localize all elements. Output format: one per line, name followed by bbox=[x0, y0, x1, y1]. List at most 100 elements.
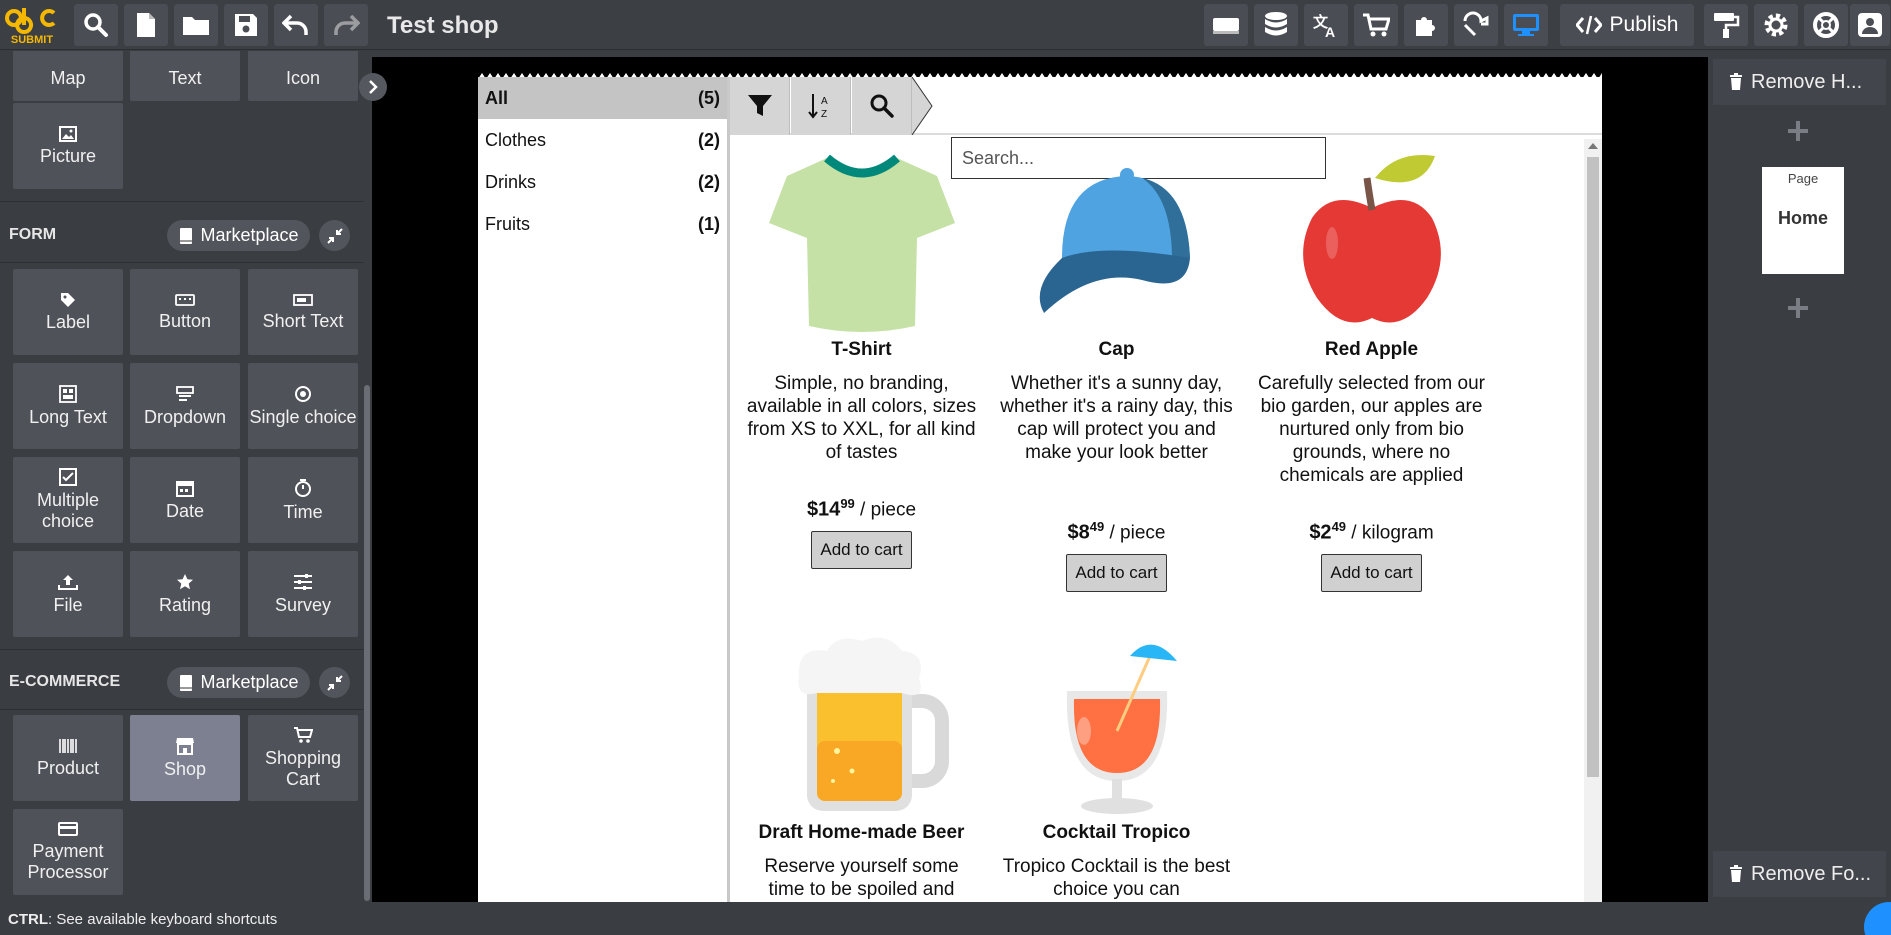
shortcut-key: CTRL bbox=[8, 911, 48, 928]
code-icon bbox=[1575, 15, 1602, 35]
add-to-cart-button[interactable]: Add to cart bbox=[1321, 554, 1422, 593]
new-file-icon bbox=[137, 13, 155, 37]
category-count: (5) bbox=[698, 87, 720, 108]
product-grid-scrollbar[interactable] bbox=[1584, 139, 1602, 902]
logic-icon bbox=[1463, 11, 1489, 37]
product-card-cocktail[interactable]: Cocktail Tropico Tropico Cocktail is the… bbox=[994, 626, 1239, 902]
widget-label-text: Shop bbox=[163, 758, 207, 779]
add-to-cart-button[interactable]: Add to cart bbox=[1066, 554, 1167, 593]
page-thumbnail-home[interactable]: Page Home bbox=[1762, 167, 1844, 274]
translate-button[interactable]: 文A bbox=[1304, 4, 1348, 46]
tag-icon bbox=[61, 292, 75, 307]
desktop-view-button[interactable] bbox=[1504, 4, 1548, 46]
redo-button[interactable] bbox=[324, 4, 368, 46]
widget-long-text[interactable]: Long Text bbox=[13, 363, 123, 449]
widget-button[interactable]: Button bbox=[130, 269, 240, 355]
product-card-red-apple[interactable]: Red Apple Carefully selected from our bi… bbox=[1249, 143, 1494, 593]
redo-icon bbox=[334, 14, 360, 35]
widget-single-choice[interactable]: Single choice bbox=[248, 363, 358, 449]
widget-file[interactable]: File bbox=[13, 551, 123, 637]
category-name: Fruits bbox=[485, 213, 530, 234]
cart-button[interactable] bbox=[1354, 4, 1398, 46]
shortcut-hint: : See available keyboard shortcuts bbox=[48, 911, 278, 928]
add-page-before-button[interactable] bbox=[1786, 119, 1810, 143]
ecommerce-collapse-button[interactable] bbox=[319, 667, 350, 698]
scrollbar-thumb[interactable] bbox=[1587, 157, 1599, 777]
widget-label-text: Label bbox=[45, 311, 91, 332]
widget-time[interactable]: Time bbox=[248, 457, 358, 543]
search-toggle-button[interactable] bbox=[852, 77, 912, 135]
settings-button[interactable] bbox=[1754, 4, 1798, 46]
book-icon bbox=[180, 227, 193, 244]
help-button[interactable] bbox=[1804, 4, 1848, 46]
paint-roller-icon bbox=[1714, 13, 1740, 38]
product-description: Reserve yourself some time to be spoiled… bbox=[764, 856, 959, 900]
puzzle-icon bbox=[1416, 17, 1435, 36]
plugins-button[interactable] bbox=[1404, 4, 1448, 46]
layout-button[interactable] bbox=[1204, 4, 1248, 46]
database-button[interactable] bbox=[1254, 4, 1298, 46]
widget-rating[interactable]: Rating bbox=[130, 551, 240, 637]
remove-header-button[interactable]: Remove H... bbox=[1713, 59, 1886, 105]
toolbar-arrow bbox=[912, 77, 933, 135]
panel-toggle-button[interactable] bbox=[359, 73, 387, 101]
sort-button[interactable]: AZ bbox=[791, 77, 851, 135]
theme-button[interactable] bbox=[1704, 4, 1748, 46]
price-unit: / kilogram bbox=[1346, 522, 1434, 544]
widget-shopping-cart[interactable]: Shopping Cart bbox=[248, 715, 358, 801]
category-clothes[interactable]: Clothes (2) bbox=[478, 119, 727, 161]
profile-button[interactable] bbox=[1850, 4, 1890, 46]
add-to-cart-button[interactable]: Add to cart bbox=[811, 531, 912, 570]
publish-button[interactable]: Publish bbox=[1560, 4, 1694, 46]
search-button[interactable] bbox=[74, 4, 118, 46]
widget-label-text: Product bbox=[36, 757, 100, 778]
widget-survey[interactable]: Survey bbox=[248, 551, 358, 637]
widget-short-text[interactable]: Short Text bbox=[248, 269, 358, 355]
widget-date[interactable]: Date bbox=[130, 457, 240, 543]
shop-widget[interactable]: All (5) Clothes (2) Drinks (2) Fruits (1… bbox=[478, 73, 1602, 902]
widget-label-text: Short Text bbox=[262, 310, 344, 331]
widget-picture[interactable]: Picture bbox=[13, 103, 123, 189]
product-description: Whether it's a sunny day, whether it's a… bbox=[1000, 373, 1233, 463]
save-button[interactable] bbox=[224, 4, 268, 46]
undo-button[interactable] bbox=[274, 4, 318, 46]
product-card-tshirt[interactable]: T-Shirt Simple, no branding, available i… bbox=[739, 143, 984, 570]
widget-map[interactable]: Map bbox=[13, 51, 123, 101]
category-all[interactable]: All (5) bbox=[478, 77, 727, 119]
widgets-scrollbar[interactable] bbox=[364, 385, 370, 901]
widget-label-text: Payment Processor bbox=[27, 841, 109, 882]
open-folder-button[interactable] bbox=[174, 4, 218, 46]
form-collapse-button[interactable] bbox=[319, 220, 350, 251]
category-drinks[interactable]: Drinks (2) bbox=[478, 161, 727, 203]
widget-text[interactable]: Text bbox=[130, 51, 240, 101]
new-file-button[interactable] bbox=[124, 4, 168, 46]
ecommerce-marketplace-button[interactable]: Marketplace bbox=[167, 667, 310, 698]
widget-multiple-choice[interactable]: Multiple choice bbox=[13, 457, 123, 543]
form-marketplace-button[interactable]: Marketplace bbox=[167, 220, 310, 251]
plus-icon bbox=[1788, 121, 1808, 141]
widget-label: Picture bbox=[39, 145, 97, 166]
widget-product[interactable]: Product bbox=[13, 715, 123, 801]
apple-image bbox=[1249, 143, 1494, 338]
widget-label[interactable]: Label bbox=[13, 269, 123, 355]
widget-label-text: File bbox=[53, 594, 83, 615]
widget-icon[interactable]: Icon bbox=[248, 51, 358, 101]
add-page-after-button[interactable] bbox=[1786, 296, 1810, 320]
desktop-icon bbox=[1513, 14, 1539, 36]
picture-icon bbox=[59, 125, 77, 142]
product-name: Cap bbox=[1098, 339, 1135, 360]
product-card-beer[interactable]: Draft Home-made Beer Reserve yourself so… bbox=[739, 626, 984, 902]
widget-label: Text bbox=[168, 67, 202, 88]
filter-button[interactable] bbox=[730, 77, 790, 135]
app-logo[interactable]: SUBMIT bbox=[4, 4, 60, 46]
widget-payment-processor[interactable]: Payment Processor bbox=[13, 809, 123, 895]
trash-icon bbox=[1730, 865, 1742, 882]
logic-button[interactable] bbox=[1454, 4, 1498, 46]
remove-footer-button[interactable]: Remove Fo... bbox=[1713, 851, 1886, 897]
save-icon bbox=[235, 14, 257, 36]
widget-dropdown[interactable]: Dropdown bbox=[130, 363, 240, 449]
product-card-cap[interactable]: Cap Whether it's a sunny day, whether it… bbox=[994, 143, 1239, 593]
widget-shop[interactable]: Shop bbox=[130, 715, 240, 801]
scroll-up-arrow-icon[interactable] bbox=[1588, 143, 1598, 149]
category-fruits[interactable]: Fruits (1) bbox=[478, 203, 727, 245]
